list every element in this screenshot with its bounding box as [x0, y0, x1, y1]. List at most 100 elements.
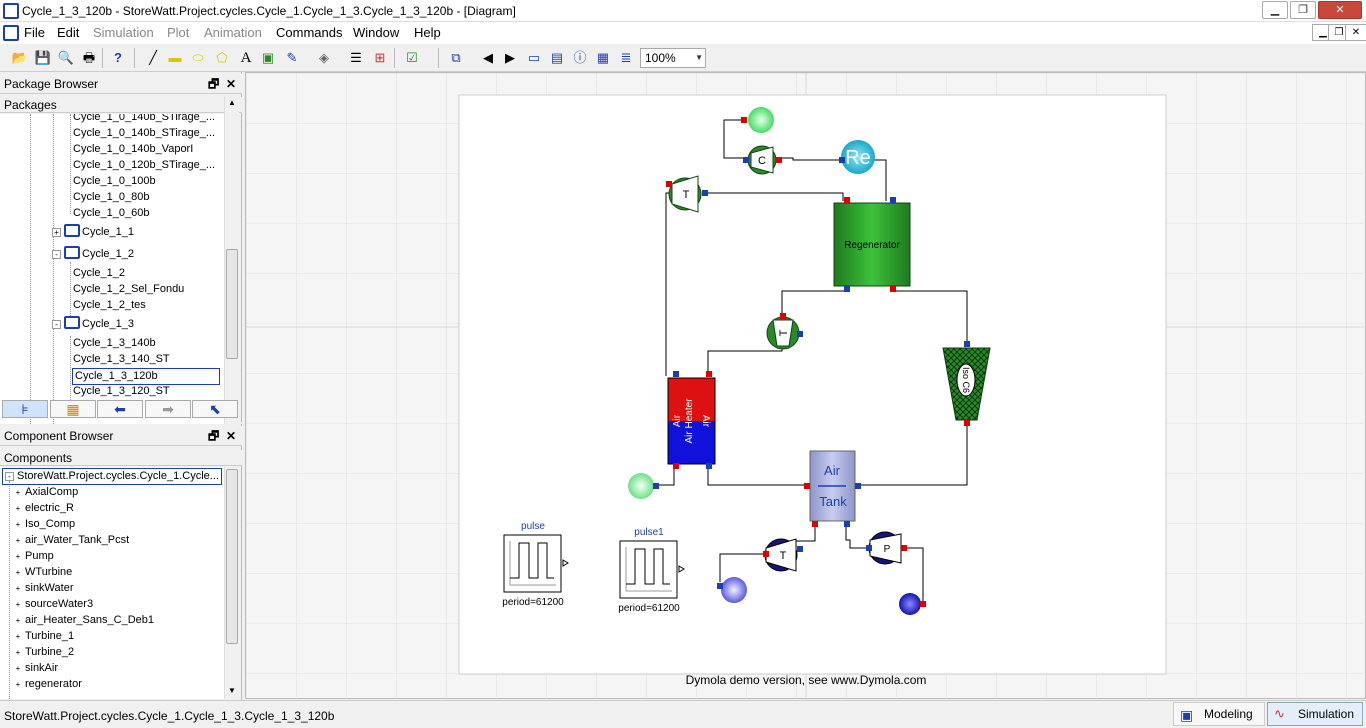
component-scrollbar[interactable]: ▼ — [224, 467, 239, 699]
bitmap-icon[interactable]: ▣ — [258, 48, 278, 68]
expand-icon[interactable]: + — [14, 601, 22, 610]
menu-file[interactable]: File — [24, 25, 45, 40]
icon-view-button[interactable]: ▦ — [50, 400, 96, 418]
component-item[interactable]: + sinkAir — [14, 661, 58, 676]
line-style-icon[interactable]: ☰ — [346, 48, 366, 68]
collapse-icon[interactable]: - — [52, 250, 61, 259]
tree-view-button[interactable]: ⊧ — [2, 400, 48, 418]
model-item[interactable]: Cycle_1_0_140b_STirage_... — [73, 126, 215, 141]
component-item[interactable]: + air_Water_Tank_Pcst — [14, 533, 129, 548]
component-item[interactable]: + WTurbine — [14, 565, 72, 580]
maximize-icon[interactable]: ❐ — [1290, 1, 1316, 19]
nav-forward-button[interactable]: ➡ — [145, 400, 191, 418]
air-tank[interactable]: Air Tank — [804, 450, 861, 527]
component-root[interactable]: - StoreWatt.Project.cycles.Cycle_1.Cycle.… — [2, 468, 222, 485]
icon-layer-icon[interactable]: ▭ — [524, 48, 544, 68]
modeling-mode-button[interactable]: ▣ Modeling — [1173, 702, 1265, 726]
regenerator-block[interactable]: Regenerator — [833, 197, 911, 292]
panel-close-icon[interactable]: ✕ — [226, 74, 236, 94]
undock-icon[interactable]: 🗗 — [208, 426, 219, 446]
component-item[interactable]: + sourceWater3 — [14, 597, 93, 612]
package-item[interactable]: - Cycle_1_2 — [52, 246, 134, 262]
scroll-thumb[interactable] — [226, 469, 238, 644]
component-item[interactable]: + Iso_Comp — [14, 517, 75, 532]
component-item[interactable]: + AxialComp — [14, 485, 78, 500]
draw-line-icon[interactable]: ╱ — [143, 48, 163, 68]
menu-plot[interactable]: Plot — [167, 25, 189, 40]
component-item[interactable]: + air_Heater_Sans_C_Deb1 — [14, 613, 154, 628]
menu-edit[interactable]: Edit — [57, 25, 79, 40]
expand-icon[interactable]: + — [14, 617, 22, 626]
scroll-down-icon[interactable]: ▼ — [228, 686, 236, 695]
sink-water-ball[interactable] — [721, 577, 747, 603]
menu-commands[interactable]: Commands — [276, 25, 342, 40]
expand-icon[interactable]: + — [14, 537, 22, 546]
model-item[interactable]: Cycle_1_0_140b_STirage_... — [73, 114, 215, 125]
nav-up-button[interactable]: ⬉ — [192, 400, 238, 418]
menu-help[interactable]: Help — [414, 25, 441, 40]
connect-icon[interactable]: ⊞ — [370, 48, 390, 68]
info-icon[interactable]: ⓘ — [570, 48, 590, 68]
model-item[interactable]: Cycle_1_0_60b — [73, 206, 149, 221]
model-item[interactable]: Cycle_1_3_140_ST — [73, 352, 170, 367]
expand-icon[interactable]: + — [14, 505, 22, 514]
fill-color-icon[interactable]: ◈ — [314, 48, 334, 68]
package-item[interactable]: - Cycle_1_3 — [52, 316, 134, 332]
collapse-icon[interactable]: - — [52, 320, 61, 329]
expand-icon[interactable]: + — [14, 521, 22, 530]
find-icon[interactable]: 🔍 — [56, 48, 76, 68]
expand-icon[interactable]: + — [14, 585, 22, 594]
mdi-close-icon[interactable]: ✕ — [1345, 24, 1366, 41]
model-item[interactable]: Cycle_1_2_tes — [73, 298, 146, 313]
model-item[interactable]: Cycle_1_0_100b — [73, 174, 156, 189]
model-item[interactable]: Cycle_1_2_Sel_Fondu — [73, 282, 184, 297]
documentation-icon[interactable]: ▦ — [593, 48, 613, 68]
component-item[interactable]: + Turbine_2 — [14, 645, 74, 660]
whats-this-icon[interactable]: ? — [108, 48, 128, 68]
model-item[interactable]: Cycle_1_0_80b — [73, 190, 149, 205]
text-icon[interactable]: A — [236, 48, 256, 68]
menu-window[interactable]: Window — [353, 25, 399, 40]
menu-simulation[interactable]: Simulation — [93, 25, 154, 40]
simulation-mode-button[interactable]: ∿ Simulation — [1267, 702, 1363, 726]
model-item[interactable]: Cycle_1_0_140b_VaporI — [73, 142, 193, 157]
check-icon[interactable]: ☑ — [402, 48, 422, 68]
nav-back-button[interactable]: ⬅ — [97, 400, 143, 418]
back-icon[interactable]: ◀ — [478, 48, 498, 68]
collapse-icon[interactable]: - — [5, 472, 14, 481]
diagram-canvas[interactable]: C Re T Regenerator T Iso C6 Air Air Heat… — [245, 72, 1366, 700]
dymola-app-icon[interactable] — [3, 3, 19, 19]
air-heater[interactable]: Air Air Heater Air — [667, 371, 716, 469]
sink-air-ball[interactable] — [628, 473, 654, 499]
save-icon[interactable]: 💾 — [33, 48, 53, 68]
polygon-icon[interactable]: ⬠ — [212, 48, 232, 68]
expand-icon[interactable]: + — [14, 569, 22, 578]
model-item[interactable]: Cycle_1_2 — [73, 266, 125, 281]
component-item[interactable]: + regenerator — [14, 677, 82, 692]
panel-close-icon[interactable]: ✕ — [226, 426, 236, 446]
package-item[interactable]: + Cycle_1_1 — [52, 224, 134, 240]
component-item[interactable]: + electric_R — [14, 501, 74, 516]
diagram-layer-icon[interactable]: ▤ — [547, 48, 567, 68]
expand-icon[interactable]: + — [14, 649, 22, 658]
model-item[interactable]: Cycle_1_0_120b_STirage_... — [73, 158, 215, 173]
document-icon[interactable] — [3, 25, 19, 41]
expand-icon[interactable]: + — [14, 553, 22, 562]
component-item[interactable]: + Pump — [14, 549, 54, 564]
component-tree[interactable]: - StoreWatt.Project.cycles.Cycle_1.Cycle.… — [0, 467, 224, 699]
zoom-select[interactable]: 100% ▼ — [640, 48, 706, 68]
scroll-thumb[interactable] — [226, 249, 238, 359]
expand-icon[interactable]: + — [14, 665, 22, 674]
modelica-text-icon[interactable]: ≣ — [616, 48, 636, 68]
open-icon[interactable]: 📂 — [10, 48, 30, 68]
line-color-icon[interactable]: ✎ — [282, 48, 302, 68]
expand-icon[interactable]: + — [52, 228, 61, 237]
print-icon[interactable]: 🖶 — [79, 48, 99, 68]
scroll-up-icon[interactable]: ▲ — [228, 98, 236, 107]
minimize-icon[interactable]: ▁ — [1262, 1, 1288, 19]
component-item[interactable]: + Turbine_1 — [14, 629, 74, 644]
model-item[interactable]: Cycle_1_3_120b — [72, 368, 220, 385]
expand-icon[interactable]: + — [14, 633, 22, 642]
menu-animation[interactable]: Animation — [204, 25, 262, 40]
close-icon[interactable]: ✕ — [1318, 1, 1362, 19]
